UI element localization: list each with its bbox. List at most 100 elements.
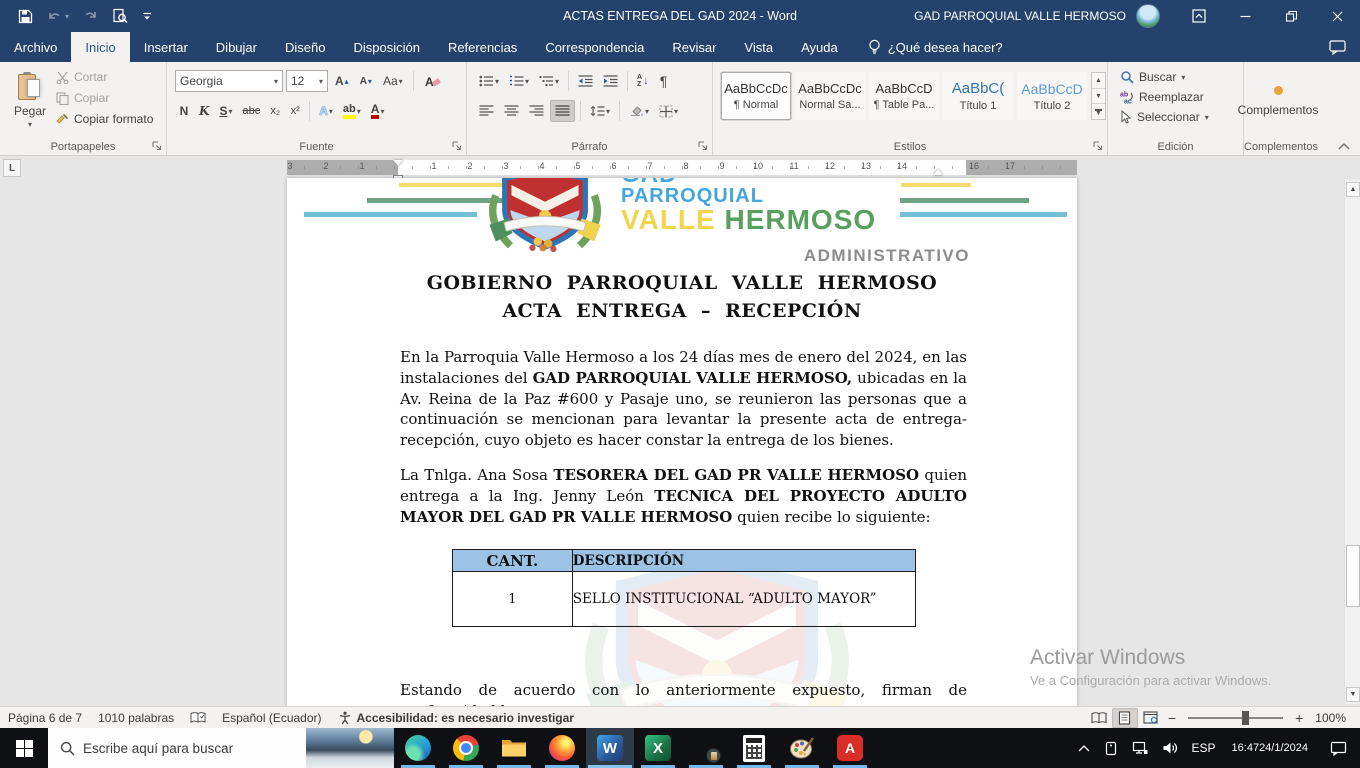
taskbar-app-acrobat[interactable]: A <box>826 728 874 768</box>
scrollbar-thumb[interactable] <box>1346 545 1360 607</box>
redo-icon[interactable] <box>83 9 98 23</box>
shading-button[interactable]: ▾ <box>625 100 653 122</box>
taskbar-app-paint[interactable] <box>778 728 826 768</box>
comments-icon[interactable] <box>1329 39 1346 55</box>
highlight-color-button[interactable]: ab ▾ <box>339 100 365 122</box>
subscript-button[interactable]: x₂ <box>266 100 284 122</box>
shrink-font-button[interactable]: A ▾ <box>356 70 376 92</box>
italic-button[interactable]: K <box>195 100 213 122</box>
volume-icon[interactable] <box>1155 728 1185 768</box>
tab-dibujar[interactable]: Dibujar <box>202 32 271 62</box>
tell-me-search[interactable]: ¿Qué desea hacer? <box>868 32 1003 62</box>
zoom-level[interactable]: 100% <box>1307 707 1360 728</box>
underline-button[interactable]: S ▾ <box>215 100 236 122</box>
line-spacing-button[interactable]: ▾ <box>586 100 614 122</box>
tray-expand-icon[interactable] <box>1071 728 1097 768</box>
zoom-slider-handle[interactable] <box>1242 710 1250 725</box>
align-left-button[interactable] <box>475 100 498 122</box>
taskbar-search[interactable] <box>48 728 306 768</box>
taskbar-app-file-explorer[interactable] <box>490 728 538 768</box>
taskbar-app-chrome[interactable] <box>442 728 490 768</box>
customize-qat-icon[interactable] <box>142 11 152 21</box>
web-layout-view-icon[interactable] <box>1138 708 1164 728</box>
taskbar-app-word[interactable]: W <box>586 728 634 768</box>
news-interests-widget[interactable] <box>306 728 394 768</box>
collapse-ribbon-icon[interactable] <box>1338 142 1350 150</box>
document-page[interactable]: GAD PARROQUIAL VALLE HERMOSO ADMINISTRAT… <box>287 178 1077 706</box>
style-normal-sa[interactable]: AaBbCcDc Normal Sa... <box>795 72 865 120</box>
first-line-indent-marker[interactable] <box>393 160 403 166</box>
tab-archivo[interactable]: Archivo <box>0 32 71 62</box>
taskbar-app-excel[interactable]: X <box>634 728 682 768</box>
align-right-button[interactable] <box>525 100 548 122</box>
undo-icon[interactable]: ▾ <box>47 9 69 23</box>
restore-button[interactable] <box>1268 0 1314 32</box>
cut-button[interactable]: Cortar <box>56 70 153 84</box>
fuente-dialog-launcher-icon[interactable] <box>451 140 463 152</box>
styles-scroll-up-icon[interactable]: ▲ <box>1092 73 1105 89</box>
tab-diseno[interactable]: Diseño <box>271 32 339 62</box>
align-center-button[interactable] <box>500 100 523 122</box>
tab-revisar[interactable]: Revisar <box>658 32 730 62</box>
taskbar-search-input[interactable] <box>83 740 273 756</box>
undo-dropdown-arrow[interactable]: ▾ <box>65 12 69 21</box>
style-titulo-1[interactable]: AaBbC( Título 1 <box>943 72 1013 120</box>
tab-stop-selector[interactable]: L <box>3 159 21 177</box>
grow-font-button[interactable]: A ▴ <box>331 70 353 92</box>
strikethrough-button[interactable]: abc <box>238 100 264 122</box>
read-mode-view-icon[interactable] <box>1086 708 1112 728</box>
account-name[interactable]: GAD PARROQUIAL VALLE HERMOSO <box>914 9 1126 23</box>
taskbar-app-firefox[interactable] <box>538 728 586 768</box>
accessibility-status[interactable]: Accesibilidad: es necesario investigar <box>330 707 582 728</box>
paste-dropdown-arrow[interactable]: ▾ <box>28 120 32 129</box>
word-count-status[interactable]: 1010 palabras <box>90 707 182 728</box>
sort-button[interactable]: AZ ↓ <box>633 70 653 92</box>
print-layout-view-icon[interactable] <box>1111 707 1138 728</box>
borders-button[interactable]: ▾ <box>655 100 682 122</box>
tab-referencias[interactable]: Referencias <box>434 32 531 62</box>
tab-vista[interactable]: Vista <box>730 32 787 62</box>
tab-correspondencia[interactable]: Correspondencia <box>531 32 658 62</box>
tab-inicio[interactable]: Inicio <box>71 32 130 62</box>
tray-device-icon[interactable] <box>1097 728 1125 768</box>
taskbar-app-chrome-profile[interactable] <box>682 728 730 768</box>
style-table-pa[interactable]: AaBbCcD ¶ Table Pa... <box>869 72 939 120</box>
zoom-slider[interactable] <box>1188 710 1284 725</box>
network-icon[interactable] <box>1125 728 1155 768</box>
tray-language[interactable]: ESP <box>1185 728 1223 768</box>
justify-button[interactable] <box>550 100 575 122</box>
account-avatar[interactable] <box>1136 4 1160 28</box>
print-preview-icon[interactable] <box>112 8 128 24</box>
multilevel-list-button[interactable]: ▾ <box>535 70 563 92</box>
superscript-button[interactable]: x² <box>286 100 304 122</box>
language-status[interactable]: Español (Ecuador) <box>214 707 329 728</box>
find-button[interactable]: Buscar ▾ <box>1120 70 1185 84</box>
change-case-button[interactable]: Aa ▾ <box>379 70 407 92</box>
format-painter-button[interactable]: Copiar formato <box>56 112 153 126</box>
numbering-button[interactable]: ▾ <box>505 70 533 92</box>
font-family-select[interactable]: Georgia ▾ <box>175 70 283 92</box>
styles-gallery-more-icon[interactable]: ▬ ▼ <box>1092 104 1105 119</box>
right-indent-marker[interactable] <box>933 169 943 175</box>
show-paragraph-marks-button[interactable]: ¶ <box>655 70 673 92</box>
page-number-status[interactable]: Página 6 de 7 <box>0 707 90 728</box>
select-button[interactable]: Seleccionar ▾ <box>1120 110 1209 124</box>
tab-disposicion[interactable]: Disposición <box>339 32 433 62</box>
start-button[interactable] <box>0 728 48 768</box>
bold-button[interactable]: N <box>175 100 193 122</box>
tray-clock[interactable]: 16:47 24/1/2024 <box>1223 728 1317 768</box>
taskbar-app-calculator[interactable] <box>730 728 778 768</box>
paste-button[interactable]: Pegar ▾ <box>8 68 52 140</box>
parrafo-dialog-launcher-icon[interactable] <box>697 140 709 152</box>
ribbon-display-options-icon[interactable] <box>1176 0 1222 32</box>
style-normal[interactable]: AaBbCcDc ¶ Normal <box>721 72 791 120</box>
styles-scroll-down-icon[interactable]: ▼ <box>1092 89 1105 105</box>
decrease-indent-button[interactable] <box>574 70 597 92</box>
action-center-icon[interactable] <box>1317 728 1360 768</box>
copy-button[interactable]: Copiar <box>56 91 153 105</box>
scroll-down-icon[interactable]: ▼ <box>1346 687 1360 702</box>
vertical-scrollbar[interactable]: ▲ ▼ <box>1344 180 1360 704</box>
replace-button[interactable]: ab ac Reemplazar <box>1120 90 1204 104</box>
complementos-button[interactable]: Complementos <box>1238 68 1318 134</box>
taskbar-app-edge[interactable] <box>394 728 442 768</box>
